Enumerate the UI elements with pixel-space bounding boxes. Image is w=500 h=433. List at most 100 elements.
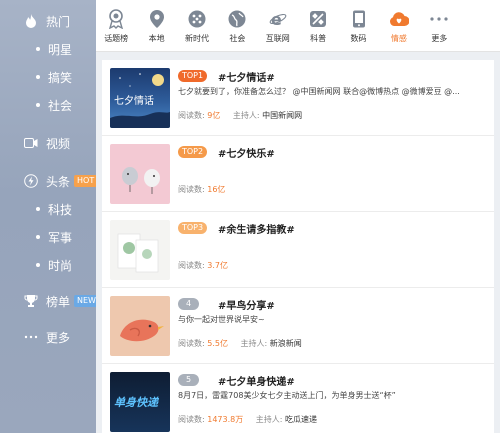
- trophy-icon: [24, 294, 38, 308]
- topic-meta: 阅读数: 16亿: [178, 184, 225, 195]
- topic-card[interactable]: TOP2 #七夕快乐# 阅读数: 16亿: [102, 136, 494, 212]
- tab-label: 社会: [229, 34, 246, 43]
- phone-icon: [349, 9, 369, 29]
- reads-value: 3.7亿: [207, 261, 228, 270]
- topic-list: 七夕情话 TOP1 #七夕情话# 七夕就要到了，你准备怎么过？ @中国新闻网 联…: [102, 60, 494, 433]
- sidebar-item-more[interactable]: 更多: [0, 324, 96, 350]
- topic-title[interactable]: #七夕单身快递#: [218, 373, 295, 388]
- tab-society[interactable]: 社会: [217, 0, 257, 52]
- sidebar-item-society[interactable]: 社会: [0, 92, 96, 118]
- topic-meta: 阅读数: 5.5亿 主持人: 新浪新闻: [178, 338, 302, 349]
- tab-more[interactable]: 更多: [419, 0, 459, 52]
- rank-badge: 5: [178, 374, 200, 386]
- sidebar: 热门 明星 搞笑 社会 视频 头条 HOT 科技 军事 时尚 榜单 NEW 更多: [0, 0, 99, 433]
- host-name[interactable]: 新浪新闻: [270, 339, 302, 348]
- bullet-dot: [36, 103, 40, 107]
- bullet-dot: [36, 263, 40, 267]
- lightning-icon: [24, 174, 38, 188]
- sidebar-item-label: 科技: [48, 202, 73, 217]
- topic-thumbnail[interactable]: [110, 220, 170, 280]
- sidebar-item-funny[interactable]: 搞笑: [0, 64, 96, 90]
- host-label: 主持人:: [255, 415, 283, 424]
- rank-badge: TOP2: [178, 146, 208, 158]
- sidebar-item-label: 头条: [46, 174, 71, 189]
- topic-description: 与你一起对世界说早安~: [178, 315, 265, 324]
- tab-new-era[interactable]: 新时代: [177, 0, 217, 52]
- topic-meta: 阅读数: 1473.8万 主持人: 吃瓜速递: [178, 414, 317, 425]
- thumbnail-caption: 七夕情话: [114, 96, 154, 107]
- satellite-icon: [308, 9, 328, 29]
- tab-label: 互联网: [265, 34, 290, 43]
- location-pin-icon: [147, 9, 167, 29]
- sidebar-item-label: 更多: [46, 330, 71, 345]
- topic-card[interactable]: TOP3 #余生请多指教# 阅读数: 3.7亿: [102, 212, 494, 288]
- topic-title[interactable]: #早鸟分享#: [218, 297, 275, 312]
- topic-title[interactable]: #七夕情话#: [218, 69, 275, 84]
- sidebar-item-hot[interactable]: 热门: [0, 8, 96, 34]
- topic-thumbnail[interactable]: [110, 296, 170, 356]
- sidebar-item-label: 时尚: [48, 258, 73, 273]
- reads-value: 9亿: [207, 111, 221, 120]
- topic-card[interactable]: 单身快递 5 #七夕单身快递# 8月7日，雷霆708美少女七夕主动送上门，为单身…: [102, 364, 494, 433]
- sidebar-item-label: 榜单: [46, 294, 71, 309]
- topic-thumbnail[interactable]: [110, 144, 170, 204]
- topic-meta: 阅读数: 3.7亿: [178, 260, 228, 271]
- topic-description: 七夕就要到了，你准备怎么过？ @中国新闻网 联合@微博热点 @微博爱豆 @...: [178, 87, 460, 96]
- rank-badge: TOP3: [178, 222, 208, 234]
- tab-label: 新时代: [184, 34, 209, 43]
- sidebar-item-video[interactable]: 视频: [0, 130, 96, 156]
- topic-thumbnail[interactable]: 单身快递: [110, 372, 170, 432]
- tab-label: 科普: [310, 34, 327, 43]
- sidebar-item-tech[interactable]: 科技: [0, 196, 96, 222]
- tab-emotion[interactable]: 情感: [379, 0, 419, 52]
- host-name[interactable]: 中国新闻网: [262, 111, 302, 120]
- host-label: 主持人:: [240, 339, 268, 348]
- host-name[interactable]: 吃瓜速递: [285, 415, 317, 424]
- topic-card[interactable]: 七夕情话 TOP1 #七夕情话# 七夕就要到了，你准备怎么过？ @中国新闻网 联…: [102, 60, 494, 136]
- tab-local[interactable]: 本地: [136, 0, 176, 52]
- topic-title[interactable]: #余生请多指教#: [218, 221, 295, 236]
- topic-thumbnail[interactable]: 七夕情话: [110, 68, 170, 128]
- sidebar-item-ranking[interactable]: 榜单 NEW: [0, 288, 99, 314]
- tab-topic-list[interactable]: 话题榜: [96, 0, 136, 52]
- tab-label: 情感: [390, 34, 407, 43]
- host-label: 主持人:: [232, 111, 260, 120]
- reads-value: 16亿: [207, 185, 226, 194]
- category-nav: 话题榜 本地 新时代 社会 e 互联网 科普 数码 情感 更多: [96, 0, 500, 52]
- sidebar-item-label: 社会: [48, 98, 73, 113]
- thumbnail-caption: 单身快递: [114, 396, 158, 409]
- bullet-dot: [36, 235, 40, 239]
- sidebar-item-military[interactable]: 军事: [0, 224, 96, 250]
- topic-description: 8月7日，雷霆708美少女七夕主动送上门，为单身男士送“杯”: [178, 391, 396, 400]
- topic-card[interactable]: 4 #早鸟分享# 与你一起对世界说早安~ 阅读数: 5.5亿 主持人: 新浪新闻: [102, 288, 494, 364]
- sidebar-item-label: 搞笑: [48, 70, 73, 85]
- tab-internet[interactable]: e 互联网: [258, 0, 298, 52]
- sidebar-item-label: 军事: [48, 230, 73, 245]
- sidebar-item-fashion[interactable]: 时尚: [0, 252, 96, 278]
- bullet-dot: [36, 75, 40, 79]
- reads-label: 阅读数:: [178, 261, 205, 270]
- reads-value: 1473.8万: [207, 415, 244, 424]
- topic-badge-icon: [106, 9, 126, 29]
- globe-icon: [227, 9, 247, 29]
- topic-title[interactable]: #七夕快乐#: [218, 145, 275, 160]
- sidebar-item-star[interactable]: 明星: [0, 36, 96, 62]
- more-dots-icon: [24, 330, 38, 344]
- bullet-dot: [36, 207, 40, 211]
- rank-badge: TOP1: [178, 70, 208, 82]
- heart-cloud-icon: [389, 9, 409, 29]
- tab-label: 数码: [350, 34, 367, 43]
- tab-label: 更多: [431, 34, 448, 43]
- tab-science[interactable]: 科普: [298, 0, 338, 52]
- bullet-dot: [36, 47, 40, 51]
- hot-badge: HOT: [74, 175, 98, 187]
- browser-e-icon: e: [268, 9, 288, 29]
- main-panel: 话题榜 本地 新时代 社会 e 互联网 科普 数码 情感 更多 七夕情话 TOP…: [96, 0, 500, 433]
- reads-value: 5.5亿: [207, 339, 228, 348]
- sidebar-item-label: 视频: [46, 136, 71, 151]
- reads-label: 阅读数:: [178, 111, 205, 120]
- tab-digital[interactable]: 数码: [338, 0, 378, 52]
- star-dots-icon: [187, 9, 207, 29]
- topic-meta: 阅读数: 9亿 主持人: 中国新闻网: [178, 110, 302, 121]
- sidebar-item-headline[interactable]: 头条 HOT: [0, 168, 98, 194]
